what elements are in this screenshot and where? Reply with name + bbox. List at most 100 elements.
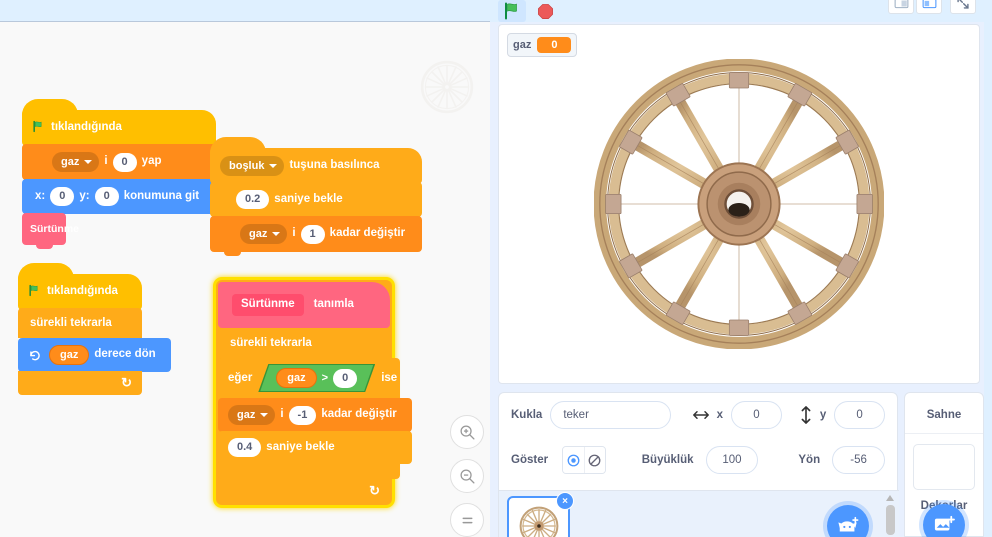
scroll-up-arrow-icon[interactable] xyxy=(886,495,894,501)
hide-sprite-button[interactable] xyxy=(583,447,605,473)
set-value-input[interactable]: 0 xyxy=(112,152,137,172)
block-when-key-pressed[interactable]: boşluk tuşuna basılınca xyxy=(210,137,423,184)
forever-bottom: ↻ xyxy=(218,479,390,503)
add-sprite-button[interactable] xyxy=(827,505,869,537)
block-define-hat[interactable]: Sürtünme tanımla xyxy=(218,282,390,328)
loop-arrow-icon: ↻ xyxy=(369,483,380,498)
sprite-info-row-secondary: Göster Büyüklük 100 Yön -56 xyxy=(499,437,897,483)
stage-selector-panel[interactable]: Sahne Dekorlar xyxy=(904,392,984,537)
variable-dropdown[interactable]: gaz xyxy=(228,405,276,425)
wagon-wheel-watermark-icon xyxy=(420,60,474,114)
stop-button[interactable] xyxy=(534,0,556,22)
if-prefix-label: eğer xyxy=(228,372,253,384)
variable-dropdown[interactable]: gaz xyxy=(52,152,100,172)
if-bottom xyxy=(218,463,400,479)
sprite-direction-input[interactable]: -56 xyxy=(832,446,885,474)
sprite-list-scrollbar-thumb[interactable] xyxy=(886,505,895,535)
custom-block-label: Sürtünme xyxy=(30,222,80,235)
block-if-then[interactable]: eğer gaz > 0 ise gaz i -1 kadar değiştir… xyxy=(218,358,412,479)
sprite-visibility-label: Göster xyxy=(511,454,549,466)
change-value-input[interactable]: -1 xyxy=(288,405,317,425)
sprite-size-input[interactable]: 100 xyxy=(705,446,759,474)
large-stage-button[interactable] xyxy=(916,0,942,14)
variable-dropdown[interactable]: gaz xyxy=(240,224,288,244)
variable-monitor-gaz[interactable]: gaz 0 xyxy=(507,33,578,57)
turn-right-icon xyxy=(28,348,42,362)
script-key-pressed[interactable]: boşluk tuşuna basılınca 0.2 saniye bekle… xyxy=(210,137,423,256)
sprite-x-label: x xyxy=(716,409,724,421)
set-tail-label: yap xyxy=(141,155,162,168)
sprite-info-panel: Kukla teker x 0 y 0 Göster Büyüklük 100 … xyxy=(498,392,899,537)
key-name: boşluk xyxy=(229,159,265,172)
wait-tail-label: saniye bekle xyxy=(274,192,343,205)
wait-tail-label: saniye bekle xyxy=(266,440,335,453)
change-mid-label: i xyxy=(292,227,296,240)
monitor-label: gaz xyxy=(513,39,532,51)
block-label: tıklandığında xyxy=(51,121,122,134)
script-green-flag-init[interactable]: tıklandığında gaz i 0 yap x: 0 y: 0 konu… xyxy=(22,99,217,249)
delete-sprite-button[interactable]: × xyxy=(556,492,574,510)
wait-input[interactable]: 0.2 xyxy=(236,190,270,209)
block-wait[interactable]: 0.4 saniye bekle xyxy=(218,431,412,464)
block-set-variable[interactable]: gaz i 0 yap xyxy=(22,144,217,184)
code-workspace[interactable]: tıklandığında gaz i 0 yap x: 0 y: 0 konu… xyxy=(0,22,490,537)
block-when-flag-clicked[interactable]: tıklandığında xyxy=(22,99,217,146)
sprite-list-scrollbar[interactable] xyxy=(886,495,895,537)
x-input[interactable]: 0 xyxy=(50,187,75,206)
block-change-variable[interactable]: gaz i -1 kadar değiştir xyxy=(218,398,412,432)
sprite-name-input[interactable]: teker xyxy=(550,401,671,429)
variable-reporter-gaz[interactable]: gaz xyxy=(49,345,90,365)
forever-label-row: sürekli tekrarla xyxy=(18,308,142,338)
chevron-down-icon xyxy=(269,164,278,168)
stage-canvas[interactable]: gaz 0 xyxy=(498,24,980,384)
variable-reporter-gaz[interactable]: gaz xyxy=(276,368,316,388)
sprite-y-input[interactable]: 0 xyxy=(834,401,885,429)
goto-tail-label: konumuna git xyxy=(123,189,200,202)
block-goto-xy[interactable]: x: 0 y: 0 konumuna git xyxy=(22,179,217,218)
block-change-variable[interactable]: gaz i 1 kadar değiştir xyxy=(210,216,423,256)
if-tail-label: ise xyxy=(381,372,398,384)
y-label: y: xyxy=(79,189,90,202)
small-stage-button[interactable] xyxy=(888,0,914,14)
sprite-x-input[interactable]: 0 xyxy=(731,401,782,429)
y-axis-icon xyxy=(800,406,812,424)
zoom-in-button[interactable] xyxy=(450,415,484,449)
forever-label-row: sürekli tekrarla xyxy=(218,328,390,358)
backdrop-thumbnail[interactable] xyxy=(913,444,975,490)
script-define-surtunme[interactable]: Sürtünme tanımla sürekli tekrarla eğer g xyxy=(216,280,412,505)
define-prototype-label: Sürtünme xyxy=(232,294,304,316)
wait-input[interactable]: 0.4 xyxy=(228,438,262,457)
boolean-operator-greater-than[interactable]: gaz > 0 xyxy=(258,364,375,392)
block-label: tıklandığında xyxy=(47,285,118,298)
green-flag-button[interactable] xyxy=(498,0,526,22)
block-when-flag-clicked[interactable]: tıklandığında xyxy=(18,263,142,310)
block-forever[interactable]: sürekli tekrarla eğer gaz > 0 ise gaz i … xyxy=(218,328,412,503)
block-forever[interactable]: sürekli tekrarla gaz derece dön ↻ xyxy=(18,308,171,395)
y-input[interactable]: 0 xyxy=(94,187,119,206)
right-edge-strip xyxy=(984,0,992,537)
sprite-thumbnail-teker[interactable]: × xyxy=(507,492,574,537)
block-custom-call-surtunme[interactable]: Sürtünme xyxy=(22,213,79,249)
green-flag-icon xyxy=(32,120,45,137)
script-green-flag-spin[interactable]: tıklandığında sürekli tekrarla gaz derec… xyxy=(18,263,171,395)
forever-bottom: ↻ xyxy=(18,371,142,395)
key-dropdown[interactable]: boşluk xyxy=(220,156,285,176)
zoom-reset-button[interactable] xyxy=(450,503,484,537)
variable-name: gaz xyxy=(237,408,256,421)
fullscreen-button[interactable] xyxy=(950,0,976,14)
stage-size-controls xyxy=(888,0,976,14)
x-axis-icon xyxy=(692,409,709,421)
variable-name: gaz xyxy=(249,227,268,240)
block-turn-degrees[interactable]: gaz derece dön xyxy=(18,338,171,372)
operand-right-input[interactable]: 0 xyxy=(333,369,357,388)
change-value-input[interactable]: 1 xyxy=(300,224,325,244)
define-label: tanımla xyxy=(313,298,354,311)
zoom-out-button[interactable] xyxy=(450,459,484,493)
block-wait[interactable]: 0.2 saniye bekle xyxy=(210,182,423,221)
show-sprite-button[interactable] xyxy=(563,447,584,473)
close-icon: × xyxy=(562,495,568,507)
key-tail-label: tuşuna basılınca xyxy=(289,159,380,172)
sprite-wagon-wheel[interactable] xyxy=(593,58,885,350)
sprite-info-row-primary: Kukla teker x 0 y 0 xyxy=(499,393,897,437)
chevron-down-icon xyxy=(272,232,281,236)
